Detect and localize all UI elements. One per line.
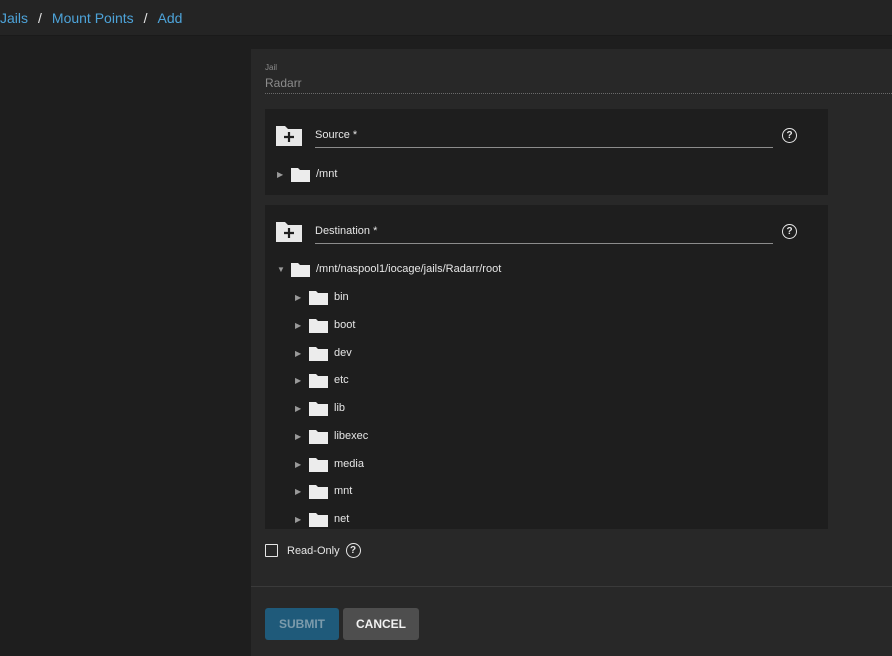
help-icon[interactable]: ? — [782, 224, 797, 239]
breadcrumb: Jails / Mount Points / Add — [0, 0, 892, 36]
tree-node[interactable]: ▶ libexec — [295, 426, 368, 446]
tree-node-root[interactable]: ▼ /mnt/naspool1/iocage/jails/Radarr/root — [277, 259, 501, 279]
tree-node-label: media — [334, 458, 364, 470]
read-only-checkbox[interactable] — [265, 544, 278, 557]
folder-icon — [309, 373, 328, 388]
collapse-arrow-icon[interactable]: ▼ — [277, 265, 291, 274]
expand-arrow-icon[interactable]: ▶ — [277, 170, 291, 179]
tree-node[interactable]: ▶ /mnt — [277, 164, 337, 184]
tree-node[interactable]: ▶ bin — [295, 287, 349, 307]
tree-node[interactable]: ▶ net — [295, 509, 349, 529]
expand-arrow-icon[interactable]: ▶ — [295, 349, 309, 358]
tree-node[interactable]: ▶ boot — [295, 315, 355, 335]
read-only-option: Read-Only ? — [265, 543, 361, 558]
tree-node-label: /mnt — [316, 168, 338, 180]
tree-node-label: etc — [334, 374, 349, 386]
tree-node[interactable]: ▶ dev — [295, 343, 352, 363]
tree-node[interactable]: ▶ etc — [295, 370, 349, 390]
breadcrumb-separator: / — [143, 9, 148, 26]
source-label: Source * — [315, 129, 358, 141]
breadcrumb-jails[interactable]: Jails — [0, 10, 28, 26]
destination-label: Destination * — [315, 225, 378, 237]
folder-icon — [309, 346, 328, 361]
tree-node-label: dev — [334, 347, 352, 359]
source-input[interactable]: Source * — [315, 129, 773, 148]
folder-icon — [291, 167, 310, 182]
breadcrumb-mount-points[interactable]: Mount Points — [52, 10, 134, 26]
tree-node-label: mnt — [334, 485, 353, 497]
expand-arrow-icon[interactable]: ▶ — [295, 376, 309, 385]
expand-arrow-icon[interactable]: ▶ — [295, 515, 309, 524]
read-only-label: Read-Only — [287, 544, 340, 557]
expand-arrow-icon[interactable]: ▶ — [295, 321, 309, 330]
folder-icon — [309, 318, 328, 333]
tree-node[interactable]: ▶ lib — [295, 398, 345, 418]
tree-node[interactable]: ▶ media — [295, 454, 364, 474]
help-icon[interactable]: ? — [782, 128, 797, 143]
help-icon[interactable]: ? — [345, 543, 361, 558]
expand-arrow-icon[interactable]: ▶ — [295, 487, 309, 496]
folder-icon — [291, 262, 310, 277]
tree-node-label: /mnt/naspool1/iocage/jails/Radarr/root — [316, 263, 502, 275]
breadcrumb-separator: / — [38, 9, 42, 26]
jail-field: Jail Radarr — [265, 63, 892, 94]
mount-point-form: Jail Radarr Source * ? ▶ /mnt Destinatio… — [251, 49, 892, 656]
breadcrumb-add[interactable]: Add — [158, 10, 183, 26]
expand-arrow-icon[interactable]: ▶ — [295, 432, 309, 441]
folder-icon — [309, 457, 328, 472]
folder-add-icon[interactable] — [275, 123, 303, 147]
destination-explorer: Destination * ? ▼ /mnt/naspool1/iocage/j… — [265, 205, 828, 529]
tree-node-label: boot — [334, 319, 356, 331]
folder-icon — [309, 484, 328, 499]
submit-button[interactable]: SUBMIT — [265, 608, 339, 640]
divider — [251, 586, 892, 587]
tree-node-label: lib — [334, 402, 346, 414]
cancel-button[interactable]: CANCEL — [343, 608, 419, 640]
jail-label: Jail — [265, 63, 278, 72]
expand-arrow-icon[interactable]: ▶ — [295, 460, 309, 469]
tree-node[interactable]: ▶ mnt — [295, 481, 352, 501]
folder-icon — [309, 401, 328, 416]
tree-node-label: bin — [334, 291, 349, 303]
jail-value: Radarr — [265, 76, 892, 94]
expand-arrow-icon[interactable]: ▶ — [295, 404, 309, 413]
source-explorer: Source * ? ▶ /mnt — [265, 109, 828, 195]
folder-icon — [309, 290, 328, 305]
folder-icon — [309, 512, 328, 527]
folder-add-icon[interactable] — [275, 219, 303, 243]
tree-node-label: net — [334, 513, 350, 525]
folder-icon — [309, 429, 328, 444]
expand-arrow-icon[interactable]: ▶ — [295, 293, 309, 302]
destination-input[interactable]: Destination * — [315, 225, 773, 244]
tree-node-label: libexec — [334, 430, 369, 442]
